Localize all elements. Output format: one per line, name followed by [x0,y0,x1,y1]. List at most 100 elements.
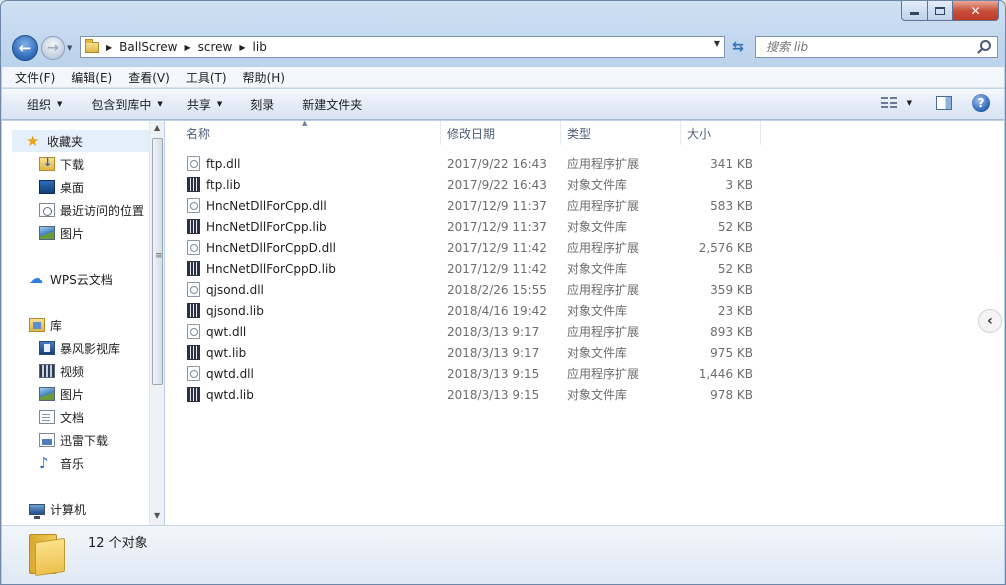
table-row[interactable]: qjsond.lib 2018/4/16 19:42 对象文件库 23 KB [185,300,805,321]
forward-button[interactable]: → [41,36,65,60]
file-name-cell[interactable]: ftp.lib [187,174,240,195]
explorer-window: ✕ ← → ▼ ▶ BallScrew ▶ screw ▶ lib ▼ ⇆ 文件… [0,0,1006,585]
menu-help[interactable]: 帮助(H) [243,69,285,86]
search-input[interactable] [756,40,956,54]
file-size-cell: 52 KB [717,261,753,276]
breadcrumb-lib[interactable]: lib [253,40,267,54]
back-button[interactable]: ← [12,35,38,61]
file-name-cell[interactable]: ftp.dll [187,153,240,174]
search-box[interactable] [755,36,998,58]
chevron-right-icon[interactable]: ▶ [239,43,245,52]
dll-file-icon [187,366,200,381]
nav-computer-label: 计算机 [50,502,87,517]
breadcrumb-screw[interactable]: screw [198,40,233,54]
file-name-cell[interactable]: qwt.lib [187,342,246,363]
file-name-cell[interactable]: HncNetDllForCppD.lib [187,258,336,279]
file-type-cell: 应用程序扩展 [567,325,640,339]
folder-icon [85,38,99,53]
nav-wps-cloud-label: WPS云文档 [50,272,113,287]
column-name-label: 名称 [186,126,211,141]
table-row[interactable]: qjsond.dll 2018/2/26 15:55 应用程序扩展 359 KB [185,279,805,300]
file-size-cell: 975 KB [710,345,753,360]
view-dropdown-icon[interactable]: ▼ [907,99,912,107]
search-icon[interactable] [980,40,991,51]
command-bar: 组织 ▼ 包含到库中 ▼ 共享 ▼ 刻录 新建文件夹 ▼ ? [2,89,1004,120]
table-row[interactable]: HncNetDllForCpp.dll 2017/12/9 11:37 应用程序扩展… [185,195,805,216]
file-name-cell[interactable]: qwtd.dll [187,363,254,384]
maximize-icon [935,6,945,15]
include-in-library-button[interactable]: 包含到库中 ▼ [74,89,174,119]
file-name: ftp.dll [206,156,241,171]
recent-pages-dropdown-icon[interactable]: ▼ [67,44,72,52]
close-button[interactable]: ✕ [953,1,999,21]
file-type-cell: 应用程序扩展 [567,367,640,381]
column-header-name[interactable]: 名称 ▲ [180,119,441,145]
file-type-cell: 对象文件库 [567,178,628,192]
column-header-type[interactable]: 类型 [561,121,681,145]
table-row[interactable]: HncNetDllForCppD.lib 2017/12/9 11:42 对象文件库… [185,258,805,279]
file-name: ftp.lib [206,177,241,192]
navigation-pane-scrollbar[interactable]: ▲ ▼ [149,121,164,525]
help-icon[interactable]: ? [972,94,990,112]
file-name-cell[interactable]: HncNetDllForCpp.lib [187,216,327,237]
file-name-cell[interactable]: qwtd.lib [187,384,254,405]
file-size-cell: 583 KB [710,198,753,213]
file-date-cell: 2017/12/9 11:37 [447,198,547,213]
chevron-right-icon[interactable]: ▶ [185,43,191,52]
column-header-size[interactable]: 大小 [681,121,761,145]
table-row[interactable]: ftp.dll 2017/9/22 16:43 应用程序扩展 341 KB [185,153,805,174]
maximize-button[interactable] [928,1,953,21]
table-row[interactable]: qwtd.dll 2018/3/13 9:15 应用程序扩展 1,446 KB [185,363,805,384]
column-size-label: 大小 [687,126,712,141]
chevron-down-icon: ▼ [216,100,223,108]
new-folder-button[interactable]: 新建文件夹 [286,89,374,119]
scroll-up-icon[interactable]: ▲ [154,123,160,132]
table-row[interactable]: qwt.dll 2018/3/13 9:17 应用程序扩展 893 KB [185,321,805,342]
address-bar[interactable]: ▶ BallScrew ▶ screw ▶ lib ▼ [80,36,725,58]
chevron-right-icon[interactable]: ▶ [106,43,112,52]
desktop-icon [39,180,55,194]
share-button[interactable]: 共享 ▼ [175,89,234,119]
file-date-cell: 2018/3/13 9:17 [447,345,540,360]
close-icon: ✕ [970,3,981,18]
table-row[interactable]: HncNetDllForCpp.lib 2017/12/9 11:37 对象文件库 5… [185,216,805,237]
file-type-cell: 应用程序扩展 [567,199,640,213]
file-name: qjsond.dll [206,282,264,297]
menu-file[interactable]: 文件(F) [15,69,55,86]
file-date-cell: 2018/3/13 9:15 [447,387,540,402]
file-name-cell[interactable]: qjsond.lib [187,300,264,321]
nav-library-pictures-label: 图片 [60,387,85,402]
refresh-button[interactable]: ⇆ [728,37,748,57]
computer-icon [29,503,45,519]
pictures-icon [39,226,55,240]
file-name-cell[interactable]: HncNetDllForCpp.dll [187,195,327,216]
scrollbar-thumb[interactable] [152,138,163,385]
address-dropdown-icon[interactable]: ▼ [714,39,720,48]
menu-view[interactable]: 查看(V) [128,69,170,86]
table-row[interactable]: HncNetDllForCppD.dll 2017/12/9 11:42 应用程序扩… [185,237,805,258]
table-row[interactable]: qwtd.lib 2018/3/13 9:15 对象文件库 978 KB [185,384,805,405]
change-view-icon[interactable] [880,97,897,109]
menu-edit[interactable]: 编辑(E) [71,69,112,86]
scroll-down-icon[interactable]: ▼ [154,511,160,520]
video-library-icon [39,341,55,355]
file-name: qjsond.lib [206,303,264,318]
navigation-bar: ← → ▼ ▶ BallScrew ▶ screw ▶ lib ▼ ⇆ [1,31,1005,63]
file-name-cell[interactable]: HncNetDllForCppD.dll [187,237,336,258]
nav-favorites[interactable]: ★ 收藏夹 [12,130,149,152]
new-folder-label: 新建文件夹 [302,97,363,112]
nav-desktop-label: 桌面 [60,180,85,195]
column-header-date[interactable]: 修改日期 [441,121,561,145]
menu-tools[interactable]: 工具(T) [186,69,227,86]
preview-pane-icon[interactable] [936,96,952,110]
file-name-cell[interactable]: qjsond.dll [187,279,264,300]
burn-button[interactable]: 刻录 [234,89,286,119]
table-row[interactable]: ftp.lib 2017/9/22 16:43 对象文件库 3 KB [185,174,805,195]
table-row[interactable]: qwt.lib 2018/3/13 9:17 对象文件库 975 KB [185,342,805,363]
breadcrumb-ballscrew[interactable]: BallScrew [119,40,177,54]
file-name-cell[interactable]: qwt.dll [187,321,246,342]
file-type-cell: 对象文件库 [567,304,628,318]
organize-button[interactable]: 组织 ▼ [2,89,74,119]
chevron-left-icon[interactable]: ‹ [978,309,1002,333]
minimize-button[interactable] [901,1,928,21]
